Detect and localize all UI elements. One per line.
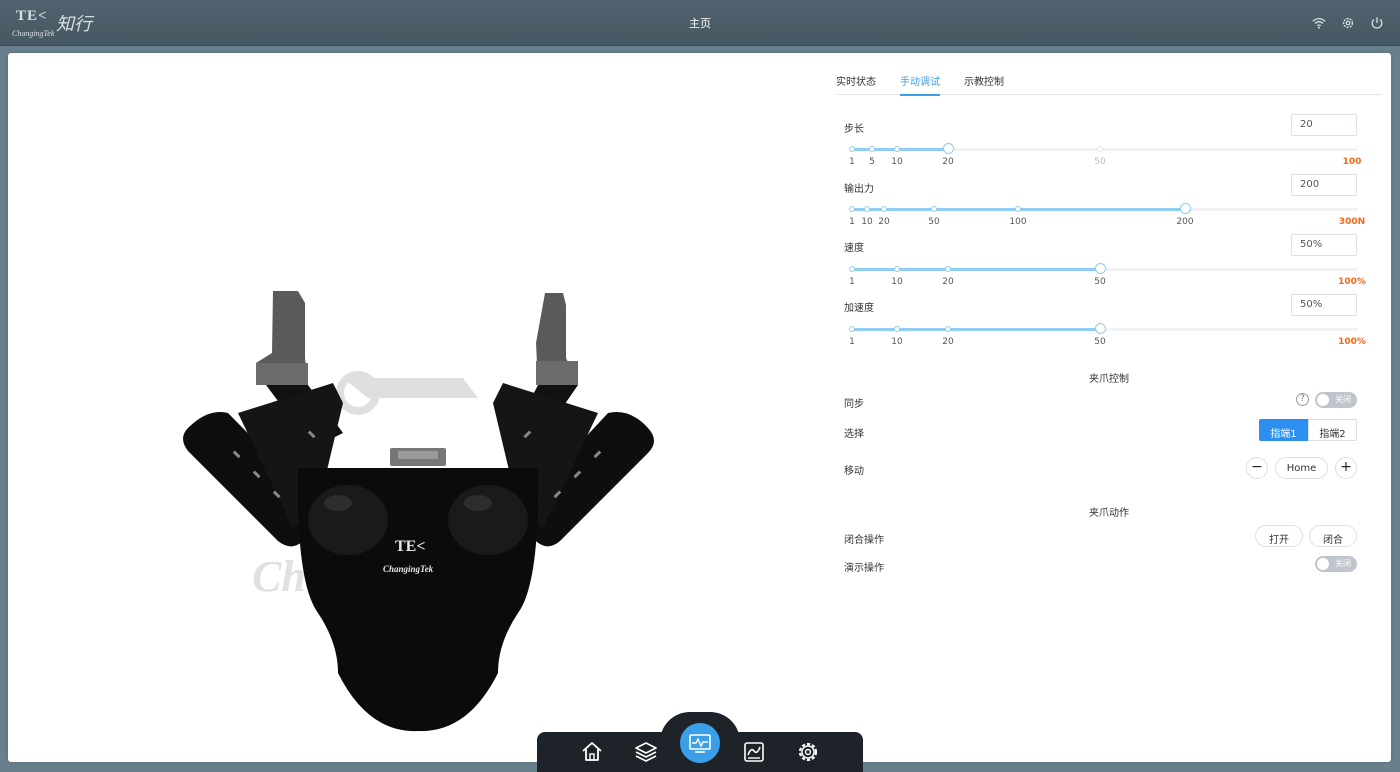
- slider-tick: 10: [861, 217, 873, 227]
- force-label: 输出力: [844, 184, 874, 195]
- slider-stop: [894, 146, 900, 152]
- tab-manual-debug[interactable]: 手动调试: [900, 73, 940, 96]
- finger-1-button[interactable]: 指端1: [1259, 419, 1308, 441]
- speed-label: 速度: [844, 243, 864, 254]
- force-input[interactable]: 200: [1291, 174, 1357, 196]
- chart-icon[interactable]: [740, 738, 768, 766]
- slider-max: 100: [1342, 157, 1362, 167]
- demo-operation-label: 演示操作: [844, 563, 884, 574]
- acceleration-input[interactable]: 50%: [1291, 294, 1357, 316]
- acceleration-label: 加速度: [844, 303, 874, 314]
- close-operation-label: 闭合操作: [844, 535, 884, 546]
- slider-tick: 50: [1094, 337, 1106, 347]
- app-header: TE< 知行 ChangingTek 主页: [0, 0, 1400, 46]
- acceleration-slider-handle[interactable]: [1094, 323, 1106, 334]
- move-minus-button[interactable]: −: [1246, 457, 1268, 479]
- slider-tick: 1: [849, 157, 855, 167]
- home-button[interactable]: Home: [1275, 457, 1328, 479]
- tab-teach-control[interactable]: 示教控制: [964, 73, 1004, 94]
- select-label: 选择: [844, 429, 864, 440]
- wifi-icon[interactable]: [1312, 16, 1326, 30]
- slider-max: 300N: [1338, 217, 1366, 227]
- power-icon[interactable]: [1370, 16, 1384, 30]
- slider-stop: [881, 206, 887, 212]
- slider-stop: [894, 326, 900, 332]
- monitor-icon[interactable]: [686, 729, 714, 757]
- demo-toggle-text: 关闭: [1335, 559, 1351, 568]
- slider-stop: [849, 266, 855, 272]
- slider-tick: 50: [928, 217, 940, 227]
- step-label: 步长: [844, 124, 864, 135]
- layers-icon[interactable]: [632, 738, 660, 766]
- slider-stop: [849, 146, 855, 152]
- sync-toggle-text: 关闭: [1335, 395, 1351, 404]
- slider-stop: [945, 266, 951, 272]
- slider-stop: [869, 146, 875, 152]
- step-slider-handle[interactable]: [942, 143, 954, 154]
- slider-tick: 10: [891, 157, 903, 167]
- slider-tick: 200: [1176, 217, 1194, 227]
- sync-toggle[interactable]: 关闭: [1315, 392, 1357, 408]
- slider-tick: 10: [891, 277, 903, 287]
- slider-stop: [1015, 206, 1021, 212]
- slider-max: 100%: [1338, 277, 1366, 287]
- toggle-knob: [1317, 558, 1329, 570]
- force-slider-handle[interactable]: [1179, 203, 1191, 214]
- slider-tick: 1: [849, 337, 855, 347]
- slider-tick: 1: [849, 277, 855, 287]
- slider-tick: 100: [1009, 217, 1027, 227]
- open-button[interactable]: 打开: [1255, 525, 1303, 547]
- finger-2-button[interactable]: 指端2: [1308, 419, 1357, 441]
- slider-stop: [849, 206, 855, 212]
- move-plus-button[interactable]: +: [1335, 457, 1357, 479]
- slider-tick: 50: [1094, 157, 1106, 167]
- slider-stop: [945, 326, 951, 332]
- slider-stop: [931, 206, 937, 212]
- step-slider[interactable]: [849, 143, 1358, 154]
- slider-tick: 10: [891, 337, 903, 347]
- help-icon[interactable]: ?: [1296, 393, 1309, 406]
- tab-bar: 实时状态 手动调试 示教控制: [836, 73, 1382, 96]
- slider-tick: 50: [1094, 277, 1106, 287]
- slider-tick: 20: [942, 157, 954, 167]
- acceleration-slider[interactable]: [849, 323, 1358, 334]
- slider-tick: 20: [878, 217, 890, 227]
- speed-slider[interactable]: [849, 263, 1358, 274]
- force-slider[interactable]: [849, 203, 1358, 214]
- gripper-action-title: 夹爪动作: [1089, 508, 1129, 519]
- gear-icon[interactable]: [1341, 16, 1355, 30]
- slider-tick: 5: [869, 157, 875, 167]
- home-icon[interactable]: [578, 738, 606, 766]
- device-logo: TE<: [395, 538, 425, 555]
- page-title: 主页: [689, 17, 711, 30]
- slider-stop: [894, 266, 900, 272]
- device-brand: ChangingTek: [383, 564, 434, 574]
- main-panel: ChangingTek: [8, 53, 1391, 762]
- slider-tick: 20: [942, 277, 954, 287]
- close-button[interactable]: 闭合: [1309, 525, 1357, 547]
- slider-tick: 20: [942, 337, 954, 347]
- settings-icon[interactable]: [794, 738, 822, 766]
- slider-stop: [1097, 146, 1103, 152]
- tab-realtime-status[interactable]: 实时状态: [836, 73, 876, 94]
- toggle-knob: [1317, 394, 1329, 406]
- speed-slider-handle[interactable]: [1094, 263, 1106, 274]
- slider-stop: [864, 206, 870, 212]
- move-label: 移动: [844, 466, 864, 477]
- slider-stop: [849, 326, 855, 332]
- slider-tick: 1: [849, 217, 855, 227]
- gripper-control-title: 夹爪控制: [1089, 374, 1129, 385]
- speed-input[interactable]: 50%: [1291, 234, 1357, 256]
- step-input[interactable]: 20: [1291, 114, 1357, 136]
- demo-toggle[interactable]: 关闭: [1315, 556, 1357, 572]
- slider-max: 100%: [1338, 337, 1366, 347]
- gripper-3d-viewer[interactable]: ChangingTek: [168, 283, 668, 733]
- sync-label: 同步: [844, 399, 864, 410]
